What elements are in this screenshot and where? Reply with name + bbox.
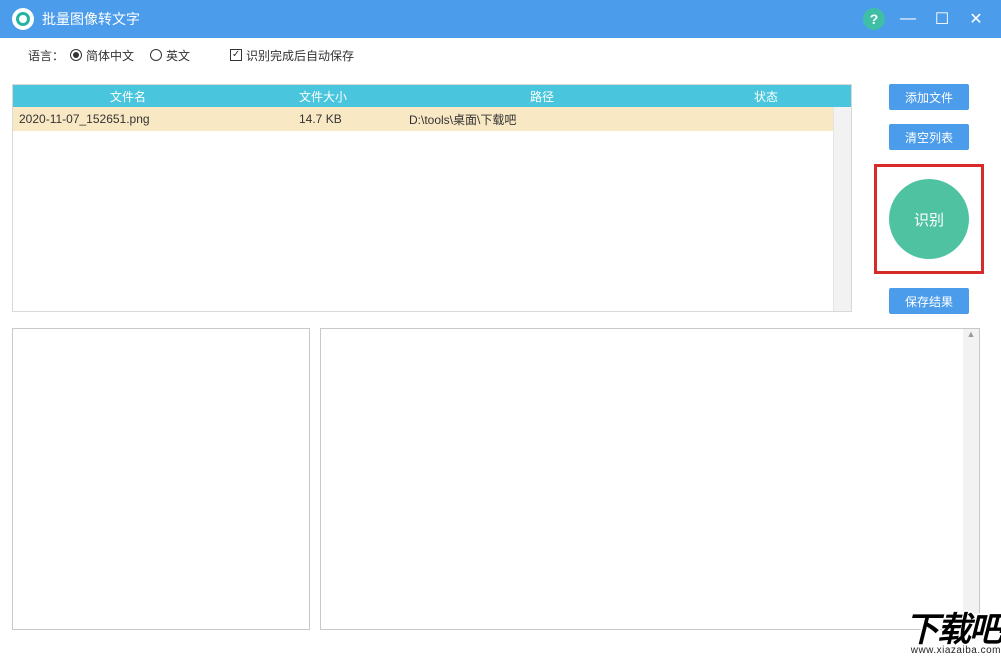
radio-dot-icon xyxy=(150,49,162,61)
cell-path: D:\tools\桌面\下载吧 xyxy=(403,111,681,128)
table-scrollbar[interactable] xyxy=(833,107,851,311)
col-header-path: 路径 xyxy=(403,88,681,105)
recognize-button[interactable]: 识别 xyxy=(889,179,969,259)
checkbox-icon: ✓ xyxy=(230,49,242,61)
close-button[interactable]: ✕ xyxy=(959,0,993,38)
result-scrollbar[interactable] xyxy=(963,329,979,629)
minimize-button[interactable]: — xyxy=(891,0,925,38)
radio-language-en[interactable]: 英文 xyxy=(150,47,190,64)
clear-list-button[interactable]: 清空列表 xyxy=(889,124,969,150)
result-text-pane[interactable] xyxy=(320,328,980,630)
side-panel: 添加文件 清空列表 识别 保存结果 xyxy=(869,84,989,314)
checkbox-autosave[interactable]: ✓ 识别完成后自动保存 xyxy=(230,47,354,64)
col-header-size: 文件大小 xyxy=(243,88,403,105)
recognize-highlight: 识别 xyxy=(874,164,984,274)
titlebar: 批量图像转文字 ? — ☐ ✕ xyxy=(0,0,1001,38)
app-logo-icon xyxy=(12,8,34,30)
radio-en-label: 英文 xyxy=(166,47,190,64)
cell-size: 14.7 KB xyxy=(243,112,403,126)
image-preview-pane xyxy=(12,328,310,630)
autosave-label: 识别完成后自动保存 xyxy=(246,47,354,64)
save-result-button[interactable]: 保存结果 xyxy=(889,288,969,314)
help-icon[interactable]: ? xyxy=(863,8,885,30)
language-label: 语言： xyxy=(28,47,64,64)
col-header-name: 文件名 xyxy=(13,88,243,105)
radio-zh-label: 简体中文 xyxy=(86,47,134,64)
add-file-button[interactable]: 添加文件 xyxy=(889,84,969,110)
col-header-status: 状态 xyxy=(681,88,851,105)
radio-dot-icon xyxy=(70,49,82,61)
window-title: 批量图像转文字 xyxy=(42,9,140,29)
file-table: 文件名 文件大小 路径 状态 2020-11-07_152651.png 14.… xyxy=(12,84,852,312)
cell-name: 2020-11-07_152651.png xyxy=(13,112,243,126)
radio-language-zh[interactable]: 简体中文 xyxy=(70,47,134,64)
options-toolbar: 语言： 简体中文 英文 ✓ 识别完成后自动保存 xyxy=(0,38,1001,72)
maximize-button[interactable]: ☐ xyxy=(925,0,959,38)
table-row[interactable]: 2020-11-07_152651.png 14.7 KB D:\tools\桌… xyxy=(13,107,851,131)
table-header: 文件名 文件大小 路径 状态 xyxy=(13,85,851,107)
